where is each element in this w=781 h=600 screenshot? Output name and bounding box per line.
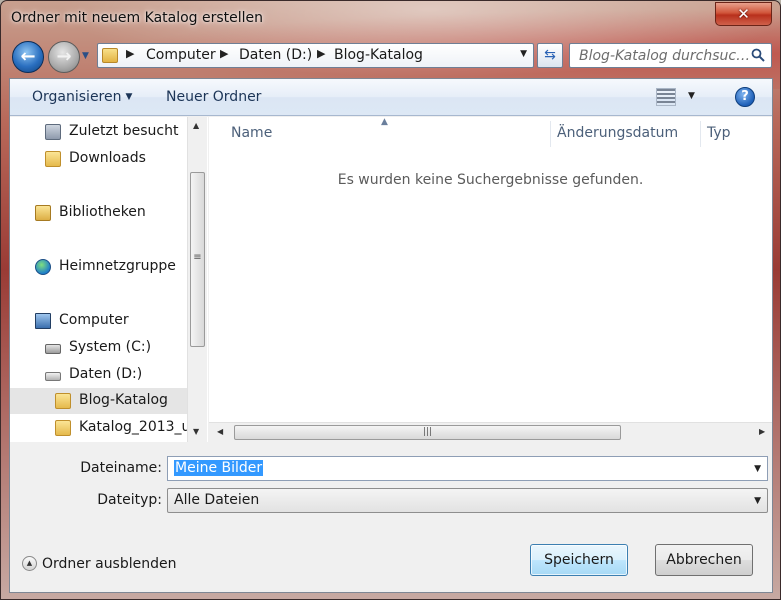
back-button[interactable]: ← <box>12 41 44 73</box>
command-bar: Organisieren ▼ Neuer Ordner ▼ ? <box>10 79 772 116</box>
window-title: Ordner mit neuem Katalog erstellen <box>11 10 264 26</box>
save-button[interactable]: Speichern <box>530 544 628 576</box>
filetype-label: Dateityp: <box>97 492 162 508</box>
sidebar-item-homegroup[interactable]: Heimnetzgruppe <box>10 254 187 280</box>
close-button[interactable]: ✕ <box>715 2 772 26</box>
filename-label: Dateiname: <box>80 460 162 476</box>
homegroup-icon <box>35 259 51 275</box>
sidebar-item-label: Bibliotheken <box>59 204 146 220</box>
sidebar-item-system-drive[interactable]: System (C:) <box>10 335 187 361</box>
column-header-type[interactable]: Typ <box>707 125 731 141</box>
drive-icon <box>45 344 61 354</box>
filename-field[interactable]: Meine Bilder ▼ <box>167 456 768 481</box>
refresh-button[interactable]: ⇆ <box>537 43 563 68</box>
sort-ascending-icon: ▲ <box>381 117 388 127</box>
filename-value[interactable]: Meine Bilder <box>174 460 264 476</box>
sidebar-item-libraries[interactable]: Bibliotheken <box>10 200 187 226</box>
column-divider[interactable] <box>550 121 551 147</box>
breadcrumb-separator-icon[interactable]: ▶ <box>220 47 228 60</box>
sidebar-item-label: Computer <box>59 312 129 328</box>
navigation-pane: Zuletzt besucht Downloads Bibliotheken H… <box>10 117 208 442</box>
sidebar-item-data-drive[interactable]: Daten (D:) <box>10 362 187 388</box>
breadcrumb-blog-katalog[interactable]: Blog-Katalog <box>334 47 423 63</box>
navigation-scrollbar[interactable]: ▲ ≡ ▼ <box>187 117 207 442</box>
sidebar-item-label: System (C:) <box>69 339 152 355</box>
change-view-icon[interactable] <box>656 88 676 106</box>
libraries-icon <box>35 205 51 221</box>
scrollbar-thumb[interactable]: ||| <box>234 425 621 440</box>
recent-pages-dropdown-icon[interactable]: ▼ <box>82 51 89 61</box>
scroll-down-arrow-icon[interactable]: ▼ <box>193 427 199 436</box>
search-placeholder: Blog-Katalog durchsuc… <box>579 48 751 64</box>
drive-icon <box>45 372 61 381</box>
organize-label: Organisieren <box>32 89 122 105</box>
refresh-icon: ⇆ <box>544 47 556 63</box>
breadcrumb-separator-icon[interactable]: ▶ <box>126 47 134 60</box>
breadcrumb-separator-icon[interactable]: ▶ <box>317 47 325 60</box>
filetype-value: Alle Dateien <box>174 492 260 508</box>
column-header-name[interactable]: Name <box>231 125 272 141</box>
search-icon[interactable] <box>751 48 765 62</box>
recent-places-icon <box>45 124 61 140</box>
dialog-client-area: Organisieren ▼ Neuer Ordner ▼ ? Zuletzt b… <box>9 78 773 593</box>
chevron-down-icon[interactable]: ▼ <box>754 464 761 474</box>
address-bar[interactable]: ▶ Computer ▶ Daten (D:) ▶ Blog-Katalog ▼ <box>97 43 534 68</box>
search-input[interactable]: Blog-Katalog durchsuc… <box>569 43 772 68</box>
breadcrumb-data-drive[interactable]: Daten (D:) <box>239 47 312 63</box>
chevron-down-icon: ▼ <box>125 92 133 102</box>
computer-icon <box>35 313 51 329</box>
file-list-pane[interactable]: ▲ Name Änderungsdatum Typ Es wurden kein… <box>209 117 772 442</box>
column-divider[interactable] <box>700 121 701 147</box>
help-icon[interactable]: ? <box>735 87 755 107</box>
scroll-left-arrow-icon[interactable]: ◀ <box>217 427 223 436</box>
folder-icon <box>45 151 61 167</box>
sidebar-item-katalog-2013[interactable]: Katalog_2013_u <box>10 415 191 441</box>
sidebar-item-label: Zuletzt besucht <box>69 123 179 139</box>
column-header-modified[interactable]: Änderungsdatum <box>557 125 678 141</box>
sidebar-item-label: Daten (D:) <box>69 366 143 382</box>
sidebar-item-computer[interactable]: Computer <box>10 308 187 334</box>
sidebar-item-label: Heimnetzgruppe <box>59 258 176 274</box>
cancel-button[interactable]: Abbrechen <box>655 544 753 576</box>
sidebar-item-downloads[interactable]: Downloads <box>10 146 187 172</box>
chevron-down-icon[interactable]: ▼ <box>754 496 761 506</box>
save-dialog-window: Ordner mit neuem Katalog erstellen ✕ ← →… <box>0 0 781 600</box>
empty-results-message: Es wurden keine Suchergebnisse gefunden. <box>337 172 644 188</box>
sidebar-item-label: Downloads <box>69 150 146 166</box>
collapse-folders-icon[interactable]: ▲ <box>22 556 37 571</box>
sidebar-item-label: Katalog_2013_u <box>79 419 191 435</box>
breadcrumb-computer[interactable]: Computer <box>146 47 216 63</box>
file-list-horizontal-scrollbar[interactable]: ◀ ||| ▶ <box>209 422 772 442</box>
organize-menu-button[interactable]: Organisieren ▼ <box>32 89 132 105</box>
scrollbar-thumb[interactable]: ≡ <box>190 172 205 347</box>
folder-icon <box>55 420 71 436</box>
scroll-right-arrow-icon[interactable]: ▶ <box>759 427 765 436</box>
sidebar-item-recent-places[interactable]: Zuletzt besucht <box>10 119 187 145</box>
hide-folders-button[interactable]: Ordner ausblenden <box>42 556 177 572</box>
sidebar-item-label: Blog-Katalog <box>79 392 168 408</box>
view-options-dropdown-icon[interactable]: ▼ <box>688 91 695 101</box>
forward-button[interactable]: → <box>48 41 80 73</box>
new-folder-button[interactable]: Neuer Ordner <box>166 89 261 105</box>
folder-icon <box>55 393 71 409</box>
scroll-up-arrow-icon[interactable]: ▲ <box>193 121 199 130</box>
filetype-select[interactable]: Alle Dateien ▼ <box>167 488 768 513</box>
folder-icon <box>102 48 118 63</box>
sidebar-item-blog-katalog[interactable]: Blog-Katalog <box>10 388 187 414</box>
address-dropdown-icon[interactable]: ▼ <box>520 49 527 59</box>
